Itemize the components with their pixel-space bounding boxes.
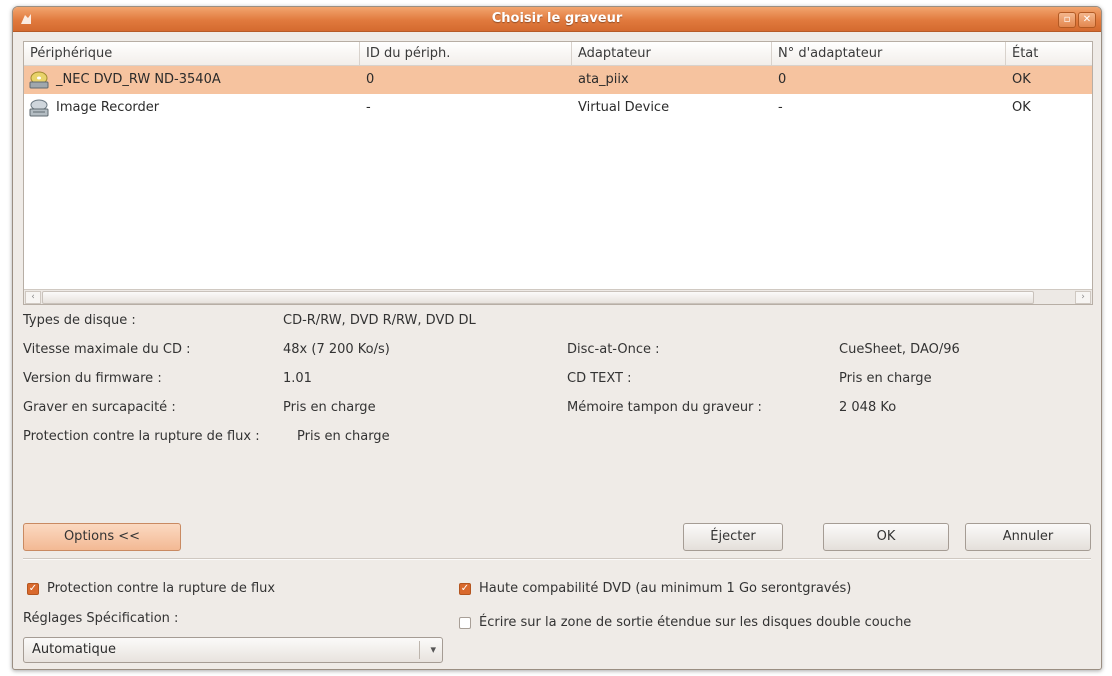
device-id: - (366, 100, 371, 115)
device-list[interactable]: Périphérique ID du périph. Adaptateur N°… (23, 41, 1093, 305)
device-adapter-number: - (778, 100, 783, 115)
column-header-device-id[interactable]: ID du périph. (360, 42, 572, 66)
column-header-adapter-number[interactable]: N° d'adaptateur (772, 42, 1006, 66)
eject-button[interactable]: Éjecter (683, 523, 783, 551)
spec-settings-value: Automatique (32, 642, 117, 657)
device-adapter: ata_piix (578, 72, 629, 87)
scrollbar-thumb[interactable] (42, 291, 1034, 304)
device-adapter-number: 0 (778, 72, 787, 87)
scroll-right-icon[interactable]: › (1075, 291, 1091, 304)
info-value-disc-at-once: CueSheet, DAO/96 (839, 342, 960, 357)
burner-dialog: Choisir le graveur ▫ ✕ Périphérique ID d… (12, 6, 1102, 670)
info-label-overburn: Graver en surcapacité : (23, 400, 176, 415)
info-value-firmware: 1.01 (283, 371, 312, 386)
spec-settings-select[interactable]: Automatique ▾ (23, 637, 443, 663)
horizontal-scrollbar[interactable]: ‹ › (24, 289, 1092, 304)
info-label-cd-text: CD TEXT : (567, 371, 632, 386)
optical-drive-icon (29, 71, 49, 89)
info-value-disc-types: CD-R/RW, DVD R/RW, DVD DL (283, 313, 476, 328)
info-label-firmware: Version du firmware : (23, 371, 162, 386)
device-name: _NEC DVD_RW ND-3540A (56, 72, 221, 87)
info-value-buffer-protection: Pris en charge (297, 429, 390, 444)
device-id: 0 (366, 72, 375, 87)
chevron-down-icon[interactable]: ▾ (430, 638, 436, 662)
device-state: OK (1012, 100, 1031, 115)
info-label-buffer-protection: Protection contre la rupture de flux : (23, 429, 260, 444)
device-row[interactable]: Image Recorder - Virtual Device - OK (24, 94, 1092, 122)
options-button[interactable]: Options << (23, 523, 181, 551)
buffer-protection-label[interactable]: Protection contre la rupture de flux (47, 579, 275, 599)
window-title: Choisir le graveur (491, 11, 623, 26)
extended-leadout-label[interactable]: Écrire sur la zone de sortie étendue sur… (479, 613, 911, 633)
info-label-buffer-size: Mémoire tampon du graveur : (567, 400, 762, 415)
info-label-disc-at-once: Disc-at-Once : (567, 342, 660, 357)
dvd-compat-checkbox[interactable]: ✓ (459, 583, 471, 595)
combo-divider (419, 641, 420, 659)
device-name: Image Recorder (56, 100, 160, 115)
ok-button[interactable]: OK (823, 523, 949, 551)
close-button[interactable]: ✕ (1078, 12, 1096, 28)
options-separator (23, 558, 1091, 560)
device-adapter: Virtual Device (578, 100, 670, 115)
restore-button[interactable]: ▫ (1058, 12, 1076, 28)
info-value-max-speed: 48x (7 200 Ko/s) (283, 342, 390, 357)
info-label-disc-types: Types de disque : (23, 313, 136, 328)
title-bar[interactable]: Choisir le graveur ▫ ✕ (13, 7, 1101, 32)
info-value-buffer-size: 2 048 Ko (839, 400, 897, 415)
device-state: OK (1012, 72, 1031, 87)
cancel-button[interactable]: Annuler (965, 523, 1091, 551)
buffer-protection-checkbox[interactable]: ✓ (27, 583, 39, 595)
device-row[interactable]: _NEC DVD_RW ND-3540A 0 ata_piix 0 OK (24, 66, 1092, 94)
info-value-overburn: Pris en charge (283, 400, 376, 415)
dvd-compat-label[interactable]: Haute compabilité DVD (au minimum 1 Go s… (479, 579, 851, 599)
column-header-device[interactable]: Périphérique (24, 42, 360, 66)
image-recorder-icon (29, 99, 49, 117)
column-header-state[interactable]: État (1006, 42, 1092, 66)
info-label-max-speed: Vitesse maximale du CD : (23, 342, 191, 357)
extended-leadout-checkbox[interactable] (459, 617, 471, 629)
column-header-adapter[interactable]: Adaptateur (572, 42, 772, 66)
spec-settings-label: Réglages Spécification : (23, 611, 179, 626)
scroll-left-icon[interactable]: ‹ (25, 291, 41, 304)
info-value-cd-text: Pris en charge (839, 371, 932, 386)
